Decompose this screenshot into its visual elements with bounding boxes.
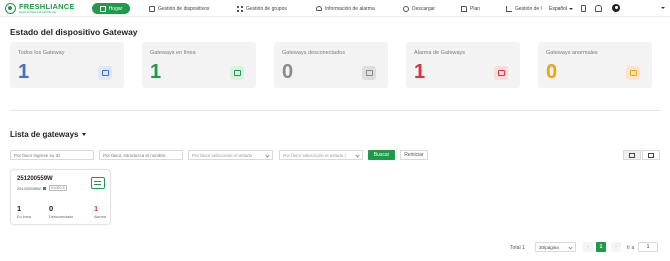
next-page-button[interactable]: › <box>611 242 621 252</box>
wifi-icon-glyph <box>233 70 241 76</box>
nav-plan-label: Plan <box>470 5 481 12</box>
brand-tagline: Focus on fresh and safe life only <box>19 10 57 14</box>
stat-card[interactable]: Todos los Gateway 1 <box>10 42 124 88</box>
nav-management[interactable]: Gestión de l <box>506 3 542 14</box>
goto-label: Ir a <box>627 245 635 251</box>
alert-circle-icon <box>626 66 640 80</box>
link-icon-glyph <box>365 70 373 76</box>
brand-logo[interactable]: FRESHLIANCE Focus on fresh and safe life… <box>5 2 75 15</box>
stat-card-value: 0 <box>282 61 294 83</box>
stat-card[interactable]: Alarma de Gateways 1 <box>406 42 520 88</box>
gateway-list-title-label: Lista de gateways <box>10 130 79 139</box>
freshliance-logo-icon <box>5 3 16 15</box>
nav-home-label: Hogar <box>108 5 123 12</box>
reset-button[interactable]: Reiniciar <box>400 150 428 160</box>
grid-icon <box>237 5 243 12</box>
gateway-online-stat: 1 En línea <box>17 205 31 219</box>
gateway-name: 251200559W <box>17 176 53 182</box>
nav-groups-label: Gestión de grupos <box>246 5 287 12</box>
gateway-device-icon <box>91 177 105 189</box>
online-count: 1 <box>17 204 22 213</box>
stat-card-label: Gateways desconectados <box>282 50 345 56</box>
notification-bell-icon[interactable] <box>595 5 602 12</box>
prev-page-button[interactable]: ‹ <box>583 242 593 252</box>
warning-icon <box>494 66 508 80</box>
nav-management-label: Gestión de l <box>515 5 542 12</box>
link-icon <box>362 66 376 80</box>
top-navigation-bar: FRESHLIANCE Focus on fresh and safe life… <box>0 0 670 17</box>
nav-groups[interactable]: Gestión de grupos <box>237 3 287 14</box>
online-label: En línea <box>17 214 31 219</box>
device-list-icon <box>149 5 155 12</box>
wifi-icon <box>230 66 244 80</box>
gateway-model-tag: G1000-S <box>48 185 67 191</box>
stat-card[interactable]: Gateways en línea 1 <box>142 42 256 88</box>
home-icon <box>99 5 106 12</box>
gateway-subtitle: 251200559W G1000-S <box>17 185 67 191</box>
stat-card-value: 0 <box>546 61 558 83</box>
stat-card-label: Gateways en línea <box>150 50 196 56</box>
state-select-placeholder: Por favor seleccione el estado <box>192 152 253 158</box>
caret-down-icon <box>82 133 87 136</box>
offline-count: 0 <box>49 204 54 213</box>
nav-alarms-label: Información de alarma <box>325 5 375 12</box>
gateway-status-title: Estado del dispositivo Gateway <box>10 27 138 37</box>
alarm-bell-icon <box>316 6 322 11</box>
search-button[interactable]: Buscar <box>368 150 395 160</box>
gateway-offline-stat: 0 Desconectado <box>49 205 73 219</box>
card-view-toggle[interactable] <box>623 150 641 160</box>
gateway-name-input[interactable] <box>99 150 183 160</box>
list-view-toggle[interactable] <box>642 150 660 160</box>
stat-card-label: Gateways anormales <box>546 50 598 56</box>
state-select-secondary-placeholder: Por favor seleccione el estado | <box>283 152 346 158</box>
stat-card-value: 1 <box>150 61 162 83</box>
phone-icon[interactable] <box>581 5 586 12</box>
alert-circle-icon-glyph <box>629 70 637 76</box>
warning-icon-glyph <box>497 70 505 76</box>
nav-home-button[interactable]: Hogar <box>92 3 130 14</box>
nav-devices-label: Gestión de dispositivos <box>158 5 210 12</box>
gateway-card[interactable]: 251200559W 251200559W G1000-S 1 En línea… <box>10 169 111 225</box>
user-avatar[interactable] <box>612 4 620 12</box>
gateway-sub-id: 251200559W <box>17 185 41 191</box>
stat-card-label: Todos los Gateway <box>18 50 65 56</box>
nav-download-label: Descargar <box>412 5 436 12</box>
state-select-secondary[interactable]: Por favor seleccione el estado | <box>279 150 363 160</box>
monitor-icon-glyph <box>101 70 109 76</box>
state-select[interactable]: Por favor seleccione el estado <box>188 150 273 160</box>
alarm-label: Alarma <box>94 214 107 219</box>
plan-icon <box>461 5 467 12</box>
user-menu-chevron-icon[interactable] <box>661 7 665 9</box>
hierarchy-icon <box>506 5 512 12</box>
gateway-list-title[interactable]: Lista de gateways <box>10 130 87 139</box>
alarm-count: 1 <box>94 204 99 213</box>
offline-label: Desconectado <box>49 214 74 219</box>
card-view-icon <box>629 152 635 158</box>
brand-name: FRESHLIANCE <box>19 2 75 11</box>
list-view-icon <box>648 152 654 158</box>
nav-alarms[interactable]: Información de alarma <box>316 3 375 14</box>
language-selector[interactable]: Español <box>549 3 574 14</box>
nav-download[interactable]: Descargar <box>403 3 435 14</box>
online-status-dot <box>42 186 46 190</box>
gateway-id-input[interactable] <box>10 150 94 160</box>
download-icon <box>403 5 409 12</box>
page-size-select[interactable]: 30/página <box>535 242 576 252</box>
stat-card[interactable]: Gateways desconectados 0 <box>274 42 388 88</box>
stat-card-value: 1 <box>414 61 426 83</box>
goto-page-input[interactable]: 1 <box>638 242 658 252</box>
pagination-total: Total 1 <box>510 245 525 251</box>
section-divider <box>10 110 660 111</box>
monitor-icon <box>98 66 112 80</box>
language-label: Español <box>549 5 568 12</box>
stat-card-label: Alarma de Gateways <box>414 50 466 56</box>
chevron-down-icon <box>569 7 574 10</box>
stat-card-value: 1 <box>18 61 30 83</box>
stat-card[interactable]: Gateways anormales 0 <box>538 42 652 88</box>
nav-plan[interactable]: Plan <box>461 3 480 14</box>
page-size-value: 30/página <box>539 244 559 250</box>
nav-devices[interactable]: Gestión de dispositivos <box>149 3 209 14</box>
current-page-button[interactable]: 1 <box>596 242 606 252</box>
gateway-alarm-stat: 1 Alarma <box>94 205 106 219</box>
